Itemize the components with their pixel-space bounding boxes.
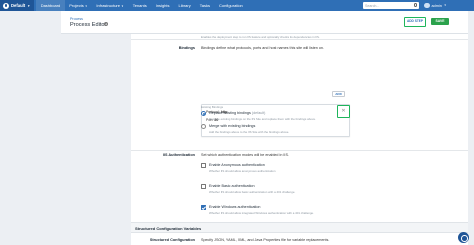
- merge-bindings-radio[interactable]: [201, 124, 206, 129]
- replace-bindings-radio[interactable]: [201, 111, 206, 116]
- anonymous-auth-hint: Whether IIS should allow anonymous authe…: [209, 168, 276, 173]
- user-menu[interactable]: admin ▼: [424, 0, 446, 11]
- chevron-down-icon: ▼: [84, 5, 88, 8]
- structured-config-section-header[interactable]: Structured Configuration Variables: [131, 222, 468, 233]
- anonymous-auth-checkbox[interactable]: [201, 163, 206, 168]
- space-switcher[interactable]: Default ▼: [0, 0, 35, 11]
- delete-binding-button[interactable]: ✕: [337, 105, 350, 118]
- add-binding-button[interactable]: ADD: [332, 91, 345, 97]
- close-icon: ✕: [341, 108, 346, 114]
- bindings-description: Bindings define what protocols, ports an…: [201, 46, 324, 50]
- step-settings-panel[interactable]: Enables the deployment step to run IIS f…: [131, 34, 468, 245]
- structured-config-label: Structured Configuration: [149, 238, 195, 242]
- truncated-hint: Enables the deployment step to run IIS f…: [201, 34, 320, 39]
- user-name: admin: [431, 3, 442, 8]
- structured-config-title: Structured Configuration Variables: [135, 226, 202, 231]
- help-icon[interactable]: ?: [104, 22, 109, 27]
- windows-auth-checkbox[interactable]: [201, 205, 206, 210]
- windows-auth-hint: Whether IIS should allow integrated Wind…: [209, 210, 314, 215]
- nav-projects[interactable]: Projects ▼: [65, 0, 92, 11]
- nav-library[interactable]: Library: [174, 0, 195, 11]
- replace-bindings-label: Replace existing bindings (default): [209, 111, 266, 115]
- basic-auth-hint: Whether IIS should allow basic authentic…: [209, 189, 296, 194]
- nav-dashboard[interactable]: Dashboard: [36, 0, 65, 11]
- space-name: Default: [11, 3, 26, 8]
- iis-auth-label: IIS Authentication: [162, 153, 195, 157]
- nav-configuration[interactable]: Configuration: [214, 0, 247, 11]
- nav-tenants[interactable]: Tenants: [128, 0, 151, 11]
- nav-infrastructure[interactable]: Infrastructure ▼: [92, 0, 128, 11]
- merge-bindings-label: Merge with existing bindings: [209, 124, 256, 128]
- search-input[interactable]: Search...: [363, 2, 419, 9]
- help-fab-icon[interactable]: [458, 232, 469, 243]
- chevron-down-icon: ▼: [27, 3, 31, 8]
- left-gutter: [0, 11, 61, 245]
- replace-bindings-hint: Remove existing bindings on the IIS Site…: [209, 116, 316, 121]
- chevron-down-icon: ▼: [443, 4, 447, 7]
- main-nav: Dashboard Projects ▼ Infrastructure ▼ Te…: [36, 0, 247, 11]
- avatar: [424, 2, 430, 9]
- nav-tasks[interactable]: Tasks: [195, 0, 214, 11]
- save-button[interactable]: SAVE: [431, 17, 449, 25]
- top-nav-bar: Default ▼ Dashboard Projects ▼ Infrastru…: [0, 0, 474, 11]
- search-placeholder: Search...: [365, 3, 380, 8]
- anonymous-auth-label: Enable Anonymous authentication: [209, 163, 265, 167]
- windows-auth-label: Enable Windows authentication: [209, 205, 261, 209]
- nav-insights[interactable]: Insights: [151, 0, 174, 11]
- add-step-button[interactable]: ADD STEP: [404, 17, 426, 27]
- chevron-down-icon: ▼: [121, 5, 124, 8]
- octopus-logo-icon: [3, 2, 9, 9]
- basic-auth-checkbox[interactable]: [201, 184, 206, 189]
- iis-auth-description: Set which authentication modes will be e…: [201, 153, 289, 157]
- bindings-label: Bindings: [178, 46, 195, 50]
- page-header: Process Process Editor ? ADD STEP SAVE: [61, 11, 468, 34]
- breadcrumb[interactable]: Process: [70, 17, 83, 21]
- basic-auth-label: Enable Basic authentication: [209, 184, 255, 188]
- existing-bindings-heading: Existing Bindings: [201, 105, 224, 109]
- page-title: Process Editor: [70, 21, 107, 28]
- structured-config-description: Specify JSON, YAML, XML, and Java Proper…: [201, 238, 330, 242]
- merge-bindings-hint: Add the bindings above to the IIS Site w…: [209, 129, 290, 134]
- search-icon: [413, 3, 417, 7]
